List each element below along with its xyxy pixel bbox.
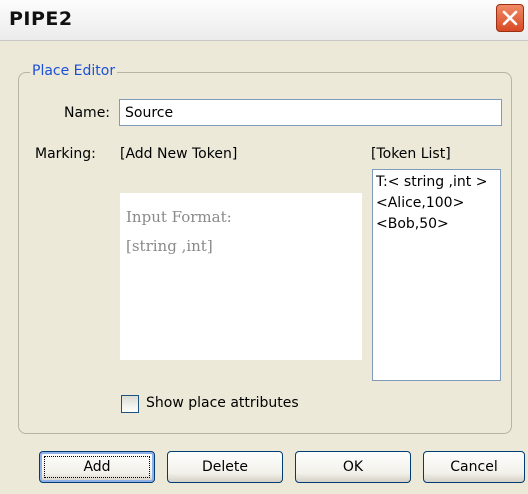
- add-button[interactable]: Add: [39, 451, 155, 483]
- title-bar: PIPE2: [0, 0, 528, 41]
- show-attributes-label[interactable]: Show place attributes: [146, 395, 299, 411]
- dialog-body: Place Editor Name: Marking: [Add New Tok…: [0, 41, 528, 494]
- name-input[interactable]: [119, 99, 502, 126]
- delete-button[interactable]: Delete: [167, 451, 283, 483]
- ok-button[interactable]: OK: [295, 451, 411, 483]
- cancel-button[interactable]: Cancel: [423, 451, 525, 483]
- token-list-item[interactable]: <Alice,100>: [376, 193, 500, 214]
- input-format-line: Input Format:: [126, 208, 232, 226]
- marking-label: Marking:: [35, 146, 96, 162]
- token-list-label: [Token List]: [371, 146, 451, 162]
- cancel-button-label: Cancel: [450, 459, 498, 475]
- group-legend: Place Editor: [30, 63, 118, 79]
- token-list-item[interactable]: <Bob,50>: [376, 214, 500, 235]
- focus-rectangle: [44, 456, 150, 478]
- token-list-item[interactable]: T:< string ,int >: [376, 172, 500, 193]
- close-icon: [502, 10, 518, 26]
- token-list[interactable]: T:< string ,int > <Alice,100> <Bob,50>: [372, 169, 501, 381]
- name-label: Name:: [64, 105, 111, 121]
- window-title: PIPE2: [9, 8, 73, 30]
- ok-button-label: OK: [342, 459, 364, 475]
- add-new-token-label: [Add New Token]: [120, 146, 238, 162]
- close-button[interactable]: [496, 4, 524, 32]
- delete-button-label: Delete: [202, 459, 248, 475]
- input-format-types: [string ,int]: [126, 237, 213, 255]
- token-input-area[interactable]: Input Format: [string ,int]: [120, 193, 362, 360]
- show-attributes-checkbox[interactable]: [121, 395, 139, 413]
